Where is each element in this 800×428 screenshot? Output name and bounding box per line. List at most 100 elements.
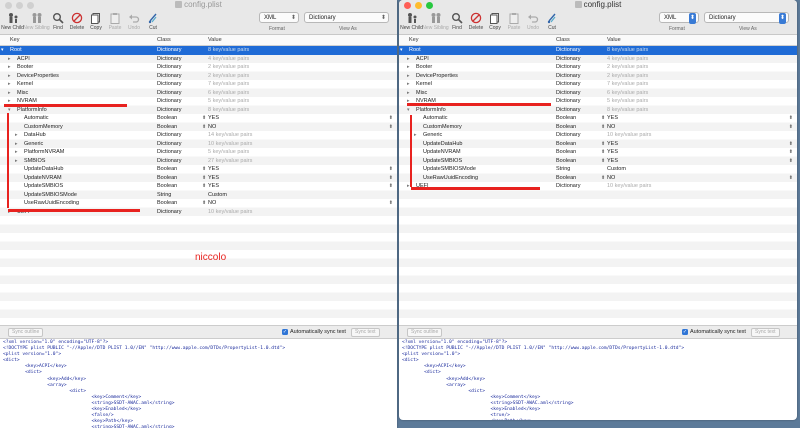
view-as-select[interactable]: Dictionary (304, 12, 389, 24)
disclosure-closed-icon[interactable]: ▸ (15, 140, 18, 149)
row-class[interactable]: Dictionary (556, 55, 580, 64)
undo-toolbar-button[interactable]: Undo (525, 11, 541, 32)
row-value[interactable]: YES (607, 148, 618, 157)
row-value[interactable]: 5 key/value pairs (208, 148, 249, 157)
value-stepper-icon[interactable]: ⬍ (202, 165, 206, 174)
outline-row[interactable]: ▸ Kernel Dictionary 7 key/value pairs (399, 80, 797, 89)
paste-toolbar-button[interactable]: Paste (506, 11, 522, 32)
disclosure-closed-icon[interactable]: ▸ (8, 80, 11, 89)
outline-row[interactable]: ▸ Kernel Dictionary 7 key/value pairs (0, 80, 397, 89)
disclosure-closed-icon[interactable]: ▸ (8, 72, 11, 81)
find-toolbar-button[interactable]: Find (50, 11, 66, 32)
row-class[interactable]: Boolean (556, 114, 576, 123)
outline-row[interactable]: UpdateSMBIOSMode String Custom (0, 191, 397, 200)
row-value[interactable]: YES (607, 114, 618, 123)
outline-row[interactable]: ▾ Root Dictionary 8 key/value pairs (399, 46, 797, 55)
row-class[interactable]: Boolean (157, 165, 177, 174)
row-value[interactable]: 10 key/value pairs (607, 131, 651, 140)
row-value[interactable]: 27 key/value pairs (208, 157, 252, 166)
key-column-header[interactable]: Key (409, 35, 418, 45)
value-column-header[interactable]: Value (607, 35, 621, 45)
sync-text-button[interactable]: Sync text (751, 328, 780, 337)
row-class[interactable]: Dictionary (157, 46, 181, 55)
outline-row[interactable]: ▸ SMBIOS Dictionary 27 key/value pairs (0, 157, 397, 166)
row-value[interactable]: YES (607, 157, 618, 166)
plist-outline[interactable]: ▾ Root Dictionary 8 key/value pairs ▸ ACPI Dic… (399, 46, 797, 325)
find-toolbar-button[interactable]: Find (449, 11, 465, 32)
outline-row[interactable]: UseRawUuidEncoding Boolean NO ⬍ ⬍ (399, 174, 797, 183)
row-value[interactable]: 6 key/value pairs (607, 89, 648, 98)
row-class[interactable]: Boolean (556, 174, 576, 183)
copy-toolbar-button[interactable]: Copy (487, 11, 503, 32)
value-stepper-icon[interactable]: ⬍ (202, 114, 206, 123)
value-stepper-icon[interactable]: ⬍ (601, 157, 605, 166)
outline-row[interactable]: Automatic Boolean YES ⬍ ⬍ (0, 114, 397, 123)
class-column-header[interactable]: Class (556, 35, 570, 45)
sync-outline-button[interactable]: Sync outline (407, 328, 443, 337)
cut-toolbar-button[interactable]: Cut (145, 11, 161, 32)
row-value[interactable]: NO (607, 123, 615, 132)
copy-toolbar-button[interactable]: Copy (88, 11, 104, 32)
outline-row[interactable]: Automatic Boolean YES ⬍ ⬍ (399, 114, 797, 123)
row-value[interactable]: YES (208, 165, 219, 174)
value-popup-icon[interactable]: ⬍ (789, 174, 793, 183)
row-class[interactable]: Boolean (556, 123, 576, 132)
value-stepper-icon[interactable]: ⬍ (601, 174, 605, 183)
row-value[interactable]: 5 key/value pairs (607, 97, 648, 106)
outline-row[interactable]: ▸ Booter Dictionary 2 key/value pairs (399, 63, 797, 72)
row-class[interactable]: String (556, 165, 570, 174)
disclosure-open-icon[interactable]: ▾ (1, 46, 4, 55)
paste-toolbar-button[interactable]: Paste (107, 11, 123, 32)
outline-row[interactable]: UpdateDataHub Boolean YES ⬍ ⬍ (399, 140, 797, 149)
row-value[interactable]: 10 key/value pairs (208, 140, 252, 149)
row-class[interactable]: Dictionary (556, 63, 580, 72)
row-class[interactable]: Boolean (157, 182, 177, 191)
new-sibling-toolbar-button[interactable]: New Sibling (23, 11, 50, 32)
format-select[interactable]: XML (259, 12, 299, 24)
row-value[interactable]: 8 key/value pairs (208, 106, 249, 115)
value-stepper-icon[interactable]: ⬍ (601, 123, 605, 132)
row-value[interactable]: 4 key/value pairs (208, 55, 249, 64)
row-class[interactable]: Dictionary (556, 46, 580, 55)
value-popup-icon[interactable]: ⬍ (389, 114, 393, 123)
new-child-toolbar-button[interactable]: New Child (400, 11, 423, 32)
row-value[interactable]: 2 key/value pairs (208, 72, 249, 81)
value-popup-icon[interactable]: ⬍ (789, 123, 793, 132)
row-class[interactable]: Boolean (556, 157, 576, 166)
value-popup-icon[interactable]: ⬍ (389, 182, 393, 191)
outline-row[interactable]: UpdateNVRAM Boolean YES ⬍ ⬍ (0, 174, 397, 183)
disclosure-closed-icon[interactable]: ▸ (407, 63, 410, 72)
outline-row[interactable]: ▾ Root Dictionary 8 key/value pairs (0, 46, 397, 55)
row-class[interactable]: Dictionary (157, 157, 181, 166)
row-value[interactable]: 2 key/value pairs (208, 63, 249, 72)
outline-row[interactable]: ▸ Generic Dictionary 10 key/value pairs (0, 140, 397, 149)
value-stepper-icon[interactable]: ⬍ (601, 140, 605, 149)
row-class[interactable]: Dictionary (157, 208, 181, 217)
value-popup-icon[interactable]: ⬍ (389, 165, 393, 174)
row-value[interactable]: YES (208, 174, 219, 183)
disclosure-closed-icon[interactable]: ▸ (15, 131, 18, 140)
row-value[interactable]: 8 key/value pairs (607, 46, 648, 55)
row-class[interactable]: Dictionary (157, 55, 181, 64)
disclosure-closed-icon[interactable]: ▸ (414, 131, 417, 140)
row-class[interactable]: Dictionary (157, 131, 181, 140)
xml-text-view[interactable]: <?xml version="1.0" encoding="UTF-8"?> <… (0, 339, 397, 428)
value-popup-icon[interactable]: ⬍ (789, 140, 793, 149)
row-class[interactable]: Dictionary (556, 97, 580, 106)
row-value[interactable]: YES (607, 140, 618, 149)
value-stepper-icon[interactable]: ⬍ (601, 148, 605, 157)
sync-outline-button[interactable]: Sync outline (8, 328, 44, 337)
value-popup-icon[interactable]: ⬍ (389, 123, 393, 132)
row-class[interactable]: Dictionary (157, 89, 181, 98)
outline-row[interactable]: ▸ ACPI Dictionary 4 key/value pairs (0, 55, 397, 64)
row-class[interactable]: Dictionary (157, 106, 181, 115)
row-value[interactable]: 10 key/value pairs (607, 182, 651, 191)
format-select[interactable]: XML (659, 12, 699, 24)
row-value[interactable]: 2 key/value pairs (607, 63, 648, 72)
value-stepper-icon[interactable]: ⬍ (202, 199, 206, 208)
value-popup-icon[interactable]: ⬍ (789, 114, 793, 123)
row-value[interactable]: Custom (208, 191, 227, 200)
row-value[interactable]: 8 key/value pairs (208, 46, 249, 55)
delete-toolbar-button[interactable]: Delete (69, 11, 85, 32)
outline-row[interactable]: CustomMemory Boolean NO ⬍ ⬍ (399, 123, 797, 132)
